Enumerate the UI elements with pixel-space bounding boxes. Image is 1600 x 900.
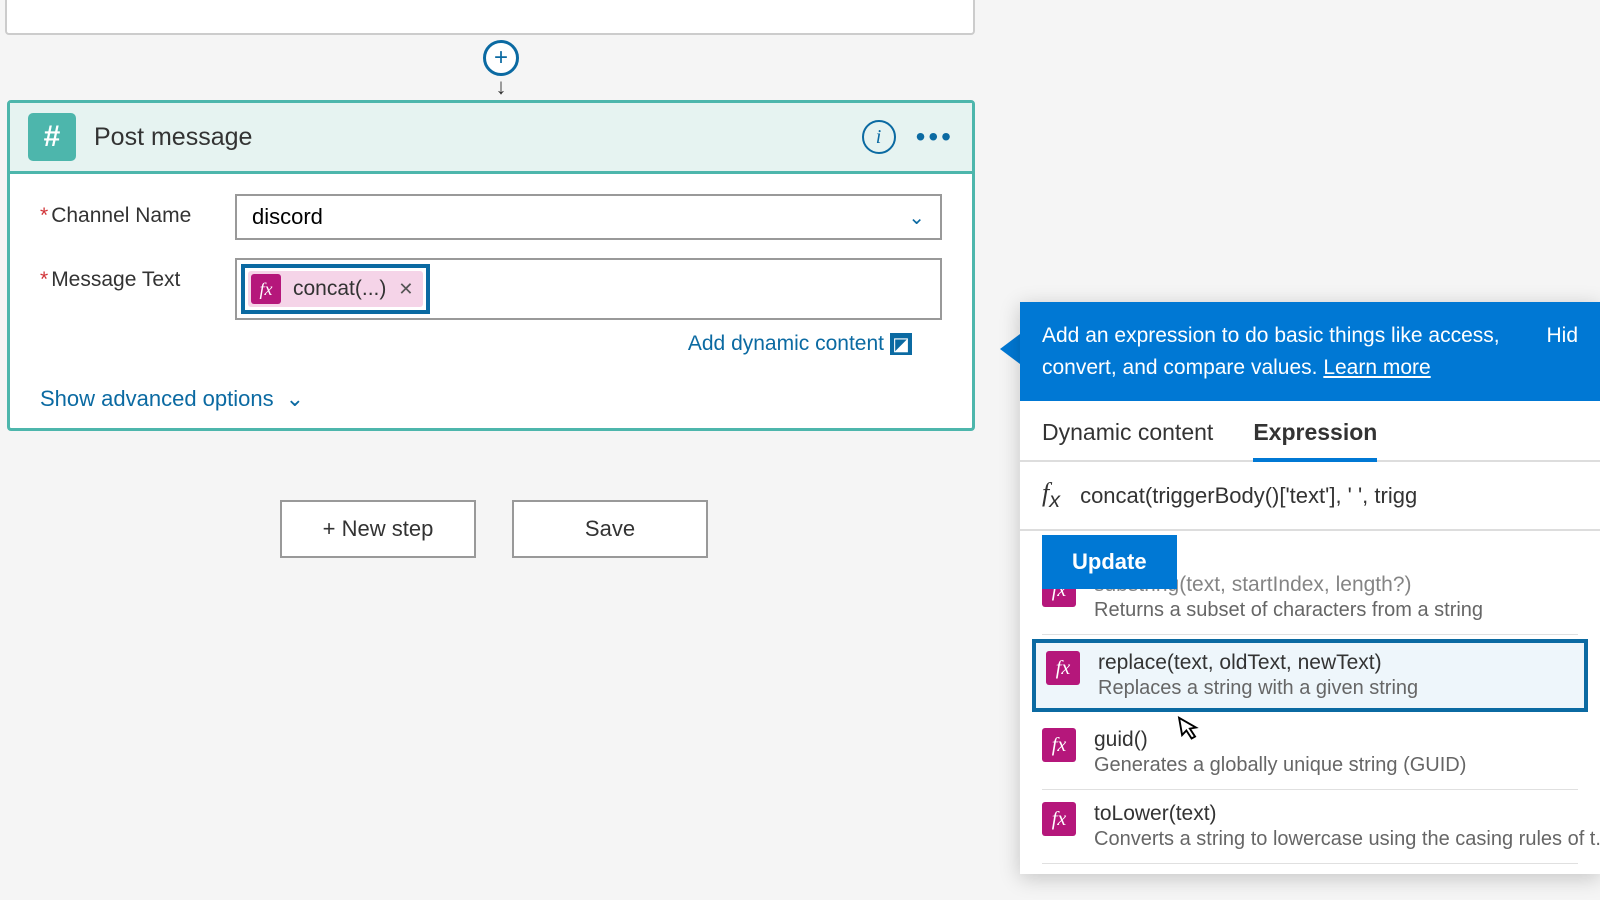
previous-action-card[interactable] [5, 0, 975, 35]
update-button[interactable]: Update [1042, 535, 1177, 589]
panel-header: Add an expression to do basic things lik… [1020, 302, 1600, 401]
slack-connector-icon: # [28, 113, 76, 161]
expression-token[interactable]: fx concat(...) ✕ [248, 271, 423, 307]
new-step-button[interactable]: + New step [280, 500, 476, 558]
function-item-replace[interactable]: fx replace(text, oldText, newText) Repla… [1032, 639, 1588, 712]
expression-input[interactable]: concat(triggerBody()['text'], ' ', trigg [1080, 483, 1578, 509]
learn-more-link[interactable]: Learn more [1323, 356, 1430, 379]
chevron-down-icon: ⌄ [908, 205, 925, 230]
close-icon[interactable]: ✕ [398, 279, 413, 300]
function-item-tolower[interactable]: fx toLower(text) Converts a string to lo… [1042, 790, 1578, 864]
message-text-label: *Message Text [40, 258, 235, 292]
show-advanced-options[interactable]: Show advanced options ⌄ [10, 378, 972, 428]
channel-name-dropdown[interactable]: discord ⌄ [235, 194, 942, 240]
info-icon[interactable]: i [862, 120, 896, 154]
tab-expression[interactable]: Expression [1253, 419, 1377, 462]
chevron-down-icon: ⌄ [286, 386, 304, 412]
card-header[interactable]: # Post message i ••• [10, 103, 972, 174]
fx-icon: fx [1042, 478, 1060, 513]
function-item-guid[interactable]: fx guid() Generates a globally unique st… [1042, 716, 1578, 790]
more-icon[interactable]: ••• [916, 121, 954, 153]
connector: + ↓ [483, 40, 519, 100]
fx-icon: fx [1042, 802, 1076, 836]
fx-icon: fx [1042, 728, 1076, 762]
insert-step-button[interactable]: + [483, 40, 519, 76]
arrow-down-icon: ↓ [496, 74, 507, 100]
add-dynamic-content-link[interactable]: Add dynamic content◪ [688, 332, 912, 355]
panel-beak-icon [1000, 334, 1020, 364]
channel-name-label: *Channel Name [40, 194, 235, 228]
save-button[interactable]: Save [512, 500, 708, 558]
fx-icon: fx [251, 274, 281, 304]
sparkle-icon: ◪ [890, 333, 912, 355]
fx-icon: fx [1046, 651, 1080, 685]
hide-link[interactable]: Hid [1546, 320, 1578, 383]
tab-dynamic-content[interactable]: Dynamic content [1042, 419, 1213, 460]
function-list: fx substring(text, startIndex, length?) … [1020, 573, 1600, 874]
message-text-input[interactable]: fx concat(...) ✕ [235, 258, 942, 320]
expression-panel: Add an expression to do basic things lik… [1020, 302, 1600, 874]
card-title: Post message [94, 123, 862, 152]
action-card-post-message: # Post message i ••• *Channel Name disco… [7, 100, 975, 431]
